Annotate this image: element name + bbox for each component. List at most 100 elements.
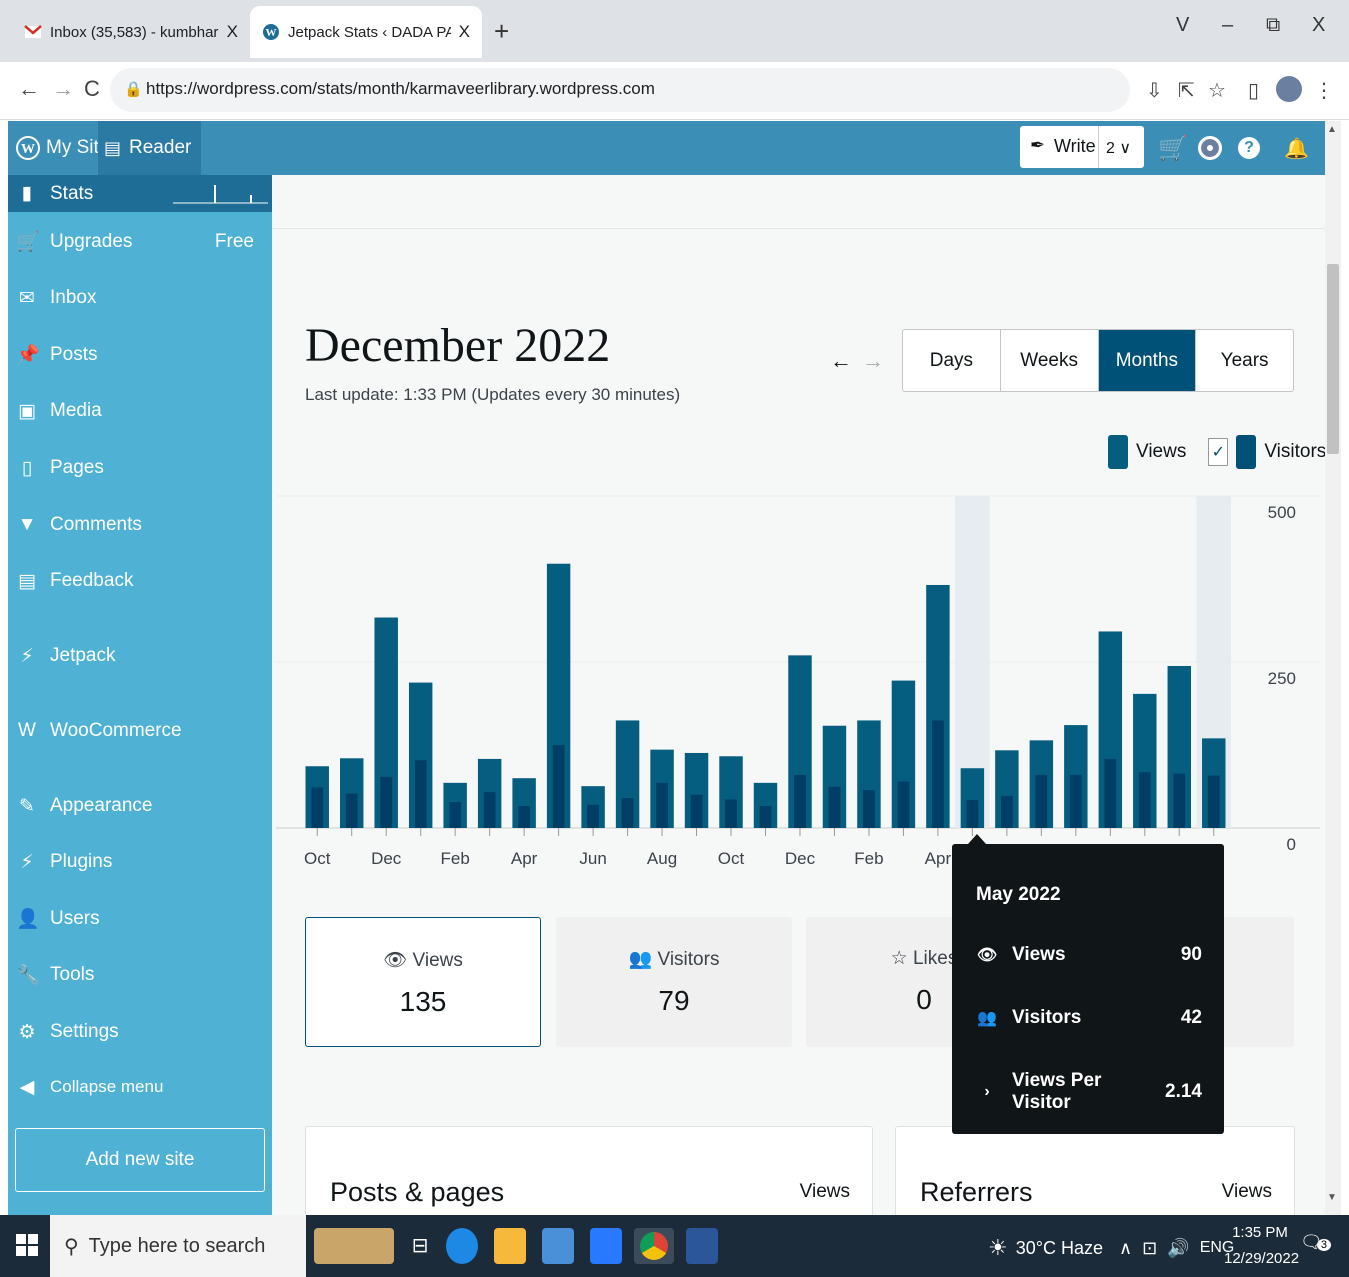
visitors-bar[interactable] <box>690 794 703 828</box>
visitors-bar[interactable] <box>863 790 875 828</box>
sidebar-item-tools[interactable]: 🔧 Tools <box>8 955 272 995</box>
tab-gmail[interactable]: Inbox (35,583) - kumbharbn@gm X <box>12 6 250 58</box>
url-text[interactable]: https://wordpress.com/stats/month/karmav… <box>146 79 655 99</box>
visitors-bar[interactable] <box>311 787 324 828</box>
visitors-bar[interactable] <box>1104 758 1117 828</box>
next-period-icon[interactable]: → <box>862 348 884 373</box>
sidebar-item-stats[interactable]: ▮ Stats <box>8 175 272 212</box>
visitors-bar[interactable] <box>587 804 599 828</box>
profile-avatar[interactable] <box>1276 76 1302 102</box>
new-tab-button[interactable]: + <box>494 16 509 46</box>
sidebar-item-comments[interactable]: ▼ Comments <box>8 505 272 545</box>
visitors-bar[interactable] <box>380 776 393 828</box>
windows-start-icon[interactable] <box>16 1234 38 1261</box>
close-tab-icon[interactable]: X <box>459 22 470 42</box>
tab-search-icon[interactable]: V <box>1176 14 1189 37</box>
sidebar-item-media[interactable]: ▣ Media <box>8 391 272 431</box>
edge-icon[interactable] <box>446 1228 478 1264</box>
visitors-bar[interactable] <box>518 806 530 828</box>
write-count[interactable]: 2 ∨ <box>1106 138 1131 158</box>
visitors-bar[interactable] <box>656 782 668 828</box>
visitors-bar[interactable] <box>345 793 358 828</box>
visitors-bar[interactable] <box>1173 773 1186 828</box>
visitors-bar[interactable] <box>1207 775 1220 828</box>
network-icon[interactable]: ⊡ <box>1142 1238 1157 1259</box>
scrollbar-thumb[interactable] <box>1327 264 1339 454</box>
sidebar-item-pages[interactable]: ▯ Pages <box>8 448 272 488</box>
sidebar-item-plugins[interactable]: ⚡ Plugins <box>8 842 272 882</box>
visitors-bar[interactable] <box>725 799 737 828</box>
minimize-button[interactable]: – <box>1222 14 1233 37</box>
close-window-button[interactable]: X <box>1312 14 1325 37</box>
install-icon[interactable]: ⇩ <box>1146 78 1163 103</box>
visitors-bar[interactable] <box>794 774 806 828</box>
visitors-bar[interactable] <box>414 760 427 828</box>
tab-years[interactable]: Years <box>1196 330 1293 391</box>
chrome-icon[interactable] <box>634 1228 674 1264</box>
sidebar-item-appearance[interactable]: ✎ Appearance <box>8 786 272 826</box>
visitors-bar[interactable] <box>483 792 496 828</box>
mail-icon[interactable] <box>590 1228 622 1264</box>
sidebar-item-woocommerce[interactable]: W WooCommerce <box>8 711 272 751</box>
user-avatar[interactable] <box>1198 121 1222 175</box>
previous-period-icon[interactable]: ← <box>830 348 852 373</box>
sidebar-item-collapse-menu[interactable]: ◀ Collapse menu <box>8 1067 272 1107</box>
sidebar-item-users[interactable]: 👤 Users <box>8 899 272 939</box>
visitors-bar[interactable] <box>828 786 841 828</box>
tab-months[interactable]: Months <box>1098 330 1197 391</box>
weather-text[interactable]: 30°C Haze <box>1016 1238 1103 1259</box>
taskbar-clock[interactable]: 1:35 PM 12/29/2022 <box>1224 1220 1299 1272</box>
taskbar-search-box[interactable]: ⚲ Type here to search <box>50 1215 306 1277</box>
add-new-site-button[interactable]: Add new site <box>15 1128 265 1192</box>
visitors-bar[interactable] <box>1138 772 1151 828</box>
tab-jetpack-stats[interactable]: W Jetpack Stats ‹ DADA PATIL MAH X <box>250 6 482 58</box>
close-tab-icon[interactable]: X <box>227 22 238 42</box>
sidebar-item-jetpack[interactable]: ⚡ Jetpack <box>8 636 272 676</box>
visitors-bar[interactable] <box>1035 774 1048 828</box>
tray-chevron-icon[interactable]: ∧ <box>1119 1238 1132 1259</box>
visitors-bar[interactable] <box>932 720 944 828</box>
visitors-bar[interactable] <box>897 781 910 828</box>
share-icon[interactable]: ⇱ <box>1178 78 1195 103</box>
views-card[interactable]: 👁 Views 135 <box>305 917 541 1047</box>
menu-dots-icon[interactable]: ⋮ <box>1314 78 1334 103</box>
sidebar-item-inbox[interactable]: ✉ Inbox <box>8 278 272 318</box>
visitors-bar[interactable] <box>1001 796 1013 828</box>
notification-center-icon[interactable]: 🗨3 <box>1300 1232 1331 1253</box>
stats-bar-chart[interactable]: 0 250 500 Oct Dec Feb Apr Jun Aug Oct Dec Feb Apr <box>276 490 1320 880</box>
my-site-link[interactable]: W My Site <box>16 121 109 175</box>
bookmark-star-icon[interactable]: ☆ <box>1208 78 1226 103</box>
scroll-down-icon[interactable]: ▼ <box>1327 1192 1337 1203</box>
task-view-icon[interactable]: ⊟ <box>404 1228 436 1264</box>
tab-weeks[interactable]: Weeks <box>1001 330 1099 391</box>
sidebar-item-upgrades[interactable]: 🛒 Upgrades Free <box>8 222 272 262</box>
forward-icon[interactable]: → <box>52 76 74 102</box>
visitors-bar[interactable] <box>449 802 462 828</box>
visitors-bar[interactable] <box>621 798 634 828</box>
write-button[interactable]: ✒ Write 2 ∨ <box>1020 126 1144 168</box>
visitors-bar[interactable] <box>759 806 772 828</box>
back-icon[interactable]: ← <box>18 76 40 102</box>
reader-link[interactable]: ▤ Reader <box>98 121 202 175</box>
volume-icon[interactable]: 🔊 <box>1167 1238 1189 1259</box>
taskbar-app-store-image[interactable] <box>314 1228 394 1264</box>
cart-icon[interactable]: 🛒 <box>1158 121 1188 175</box>
visitors-checkbox[interactable]: ✓ <box>1208 438 1229 466</box>
sidebar-item-feedback[interactable]: ▤ Feedback <box>8 561 272 601</box>
notifications-bell-icon[interactable]: 🔔 <box>1284 121 1309 175</box>
scroll-up-icon[interactable]: ▲ <box>1327 124 1337 135</box>
ms-store-icon[interactable] <box>542 1228 574 1264</box>
visitors-card[interactable]: 👥 Visitors 79 <box>556 917 792 1047</box>
sidepanel-icon[interactable]: ▯ <box>1248 78 1259 103</box>
file-explorer-icon[interactable] <box>494 1228 526 1264</box>
sidebar-item-posts[interactable]: 📌 Posts <box>8 335 272 375</box>
restore-button[interactable]: ⧉ <box>1266 14 1280 37</box>
visitors-bar[interactable] <box>1069 774 1082 828</box>
tab-days[interactable]: Days <box>903 330 1001 391</box>
reload-icon[interactable]: C <box>84 76 100 102</box>
word-icon[interactable] <box>686 1228 718 1264</box>
sidebar-item-settings[interactable]: ⚙ Settings <box>8 1012 272 1052</box>
visitors-bar[interactable] <box>966 800 979 828</box>
help-icon[interactable]: ? <box>1238 121 1260 175</box>
visitors-bar[interactable] <box>552 745 565 828</box>
